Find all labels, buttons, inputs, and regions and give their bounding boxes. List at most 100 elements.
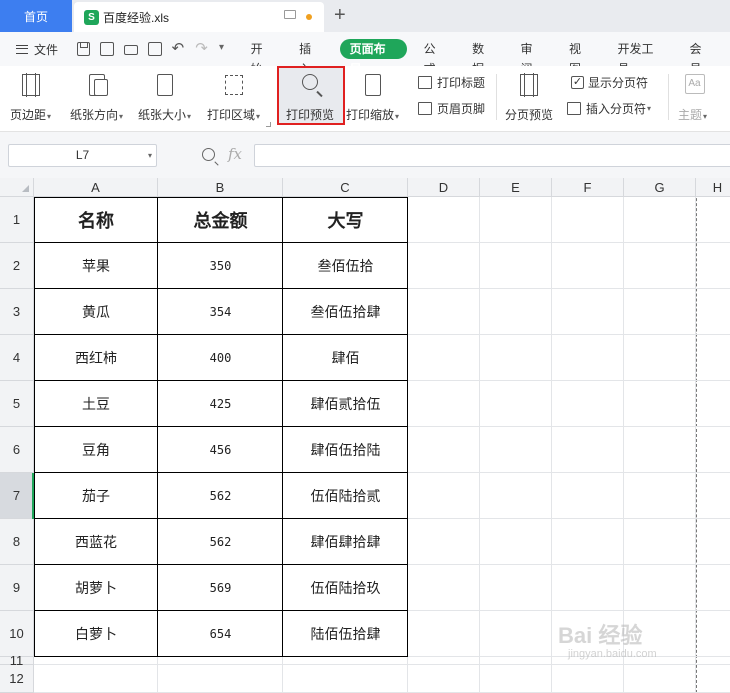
table-cell[interactable]: 562 <box>158 519 283 565</box>
tab-home-ribbon[interactable]: 开始 <box>243 39 282 76</box>
hamburger-icon <box>16 44 28 54</box>
table-cell[interactable]: 肆佰肆拾肆 <box>283 519 408 565</box>
tab-document[interactable]: S 百度经验.xls <box>74 2 324 32</box>
show-page-breaks-checkbox[interactable]: ✓ 显示分页符 <box>571 74 648 91</box>
orientation-button[interactable]: 纸张方向▾ <box>70 70 123 126</box>
print-icon[interactable] <box>124 45 138 55</box>
spreadsheet-grid[interactable]: A B C D E F G H 1 2 3 4 5 6 7 8 9 10 11 12 名称 总金额 大写 苹果 350 叁佰伍拾黄… <box>0 178 730 693</box>
theme-button[interactable]: Aa 主题▾ <box>678 70 707 126</box>
tab-developer[interactable]: 开发工具 <box>610 39 673 76</box>
print-area-icon <box>224 75 243 95</box>
tab-data[interactable]: 数据 <box>464 39 503 76</box>
table-cell[interactable]: 西蓝花 <box>34 519 158 565</box>
column-header-h[interactable]: H <box>696 178 730 197</box>
table-cell[interactable]: 肆佰 <box>283 335 408 381</box>
monitor-icon[interactable] <box>284 10 296 19</box>
preview-icon[interactable] <box>147 42 162 56</box>
column-header-a[interactable]: A <box>34 178 158 197</box>
table-header-cell[interactable]: 大写 <box>283 197 408 243</box>
table-cell[interactable]: 562 <box>158 473 283 519</box>
paper-size-button[interactable]: 纸张大小▾ <box>138 70 191 126</box>
tab-formulas[interactable]: 公式 <box>416 39 455 76</box>
dialog-launcher-icon[interactable] <box>266 122 271 127</box>
table-header-cell[interactable]: 总金额 <box>158 197 283 243</box>
table-cell[interactable]: 654 <box>158 611 283 657</box>
table-cell[interactable]: 黄瓜 <box>34 289 158 335</box>
margins-icon <box>21 73 40 97</box>
table-cell[interactable]: 伍佰陆拾贰 <box>283 473 408 519</box>
row-header-11[interactable]: 11 <box>0 654 34 667</box>
margins-button[interactable]: 页边距▾ <box>10 70 51 126</box>
formula-input[interactable] <box>254 144 730 167</box>
chevron-down-icon[interactable]: ▾ <box>219 42 233 56</box>
zoom-icon[interactable] <box>202 148 215 161</box>
tab-home[interactable]: 首页 <box>0 0 72 32</box>
table-header-cell[interactable]: 名称 <box>34 197 158 243</box>
row-header-12[interactable]: 12 <box>0 665 34 693</box>
select-all-corner[interactable] <box>0 178 34 197</box>
row-header-9[interactable]: 9 <box>0 565 34 611</box>
table-cell[interactable]: 425 <box>158 381 283 427</box>
print-area-button[interactable]: 打印区域▾ <box>207 70 260 126</box>
column-header-b[interactable]: B <box>158 178 283 197</box>
page-break-preview-button[interactable]: 分页预览 <box>505 70 553 126</box>
redo-icon[interactable]: ↷ <box>195 41 209 56</box>
row-header-2[interactable]: 2 <box>0 243 34 289</box>
name-box[interactable]: L7 ▾ <box>8 144 157 167</box>
table-cell[interactable]: 陆佰伍拾肆 <box>283 611 408 657</box>
header-footer-icon <box>418 102 432 115</box>
new-tab-icon[interactable]: + <box>334 4 346 26</box>
row-header-10[interactable]: 10 <box>0 611 34 657</box>
tab-view[interactable]: 视图 <box>561 39 600 76</box>
table-cell[interactable]: 350 <box>158 243 283 289</box>
column-header-g[interactable]: G <box>624 178 696 197</box>
undo-icon[interactable]: ↶ <box>172 41 186 56</box>
table-cell[interactable]: 胡萝卜 <box>34 565 158 611</box>
annotation-highlight-box <box>277 66 345 125</box>
column-header-c[interactable]: C <box>283 178 408 197</box>
row-header-4[interactable]: 4 <box>0 335 34 381</box>
table-cell[interactable]: 苹果 <box>34 243 158 289</box>
table-cell[interactable]: 叁佰伍拾肆 <box>283 289 408 335</box>
table-cell[interactable]: 400 <box>158 335 283 381</box>
row-header-5[interactable]: 5 <box>0 381 34 427</box>
print-titles-button[interactable]: 打印标题 <box>418 74 485 91</box>
table-cell[interactable]: 肆佰伍拾陆 <box>283 427 408 473</box>
column-header-e[interactable]: E <box>480 178 552 197</box>
save-icon[interactable] <box>76 42 91 56</box>
table-cell[interactable]: 土豆 <box>34 381 158 427</box>
table-cell[interactable]: 茄子 <box>34 473 158 519</box>
gridline-horizontal <box>34 664 730 665</box>
table-cell[interactable]: 豆角 <box>34 427 158 473</box>
row-header-7[interactable]: 7 <box>0 473 34 519</box>
theme-label: 主题 <box>678 108 703 122</box>
table-cell[interactable]: 354 <box>158 289 283 335</box>
margins-label: 页边距 <box>10 108 47 122</box>
table-cell[interactable]: 白萝卜 <box>34 611 158 657</box>
file-menu[interactable]: 文件 <box>0 41 77 58</box>
table-cell[interactable]: 伍佰陆拾玖 <box>283 565 408 611</box>
header-footer-button[interactable]: 页眉页脚 <box>418 100 485 117</box>
tab-member[interactable]: 会员 <box>681 39 720 76</box>
table-cell[interactable]: 569 <box>158 565 283 611</box>
tab-insert[interactable]: 插入 <box>291 39 330 76</box>
table-cell[interactable]: 叁佰伍拾 <box>283 243 408 289</box>
table-cell[interactable]: 肆佰贰拾伍 <box>283 381 408 427</box>
print-scale-button[interactable]: 打印缩放▾ <box>346 70 399 126</box>
chevron-down-icon[interactable]: ▾ <box>148 145 152 166</box>
fx-icon[interactable]: fx <box>228 145 242 163</box>
row-header-3[interactable]: 3 <box>0 289 34 335</box>
tab-page-layout[interactable]: 页面布局 <box>339 39 407 76</box>
row-header-6[interactable]: 6 <box>0 427 34 473</box>
column-header-d[interactable]: D <box>408 178 480 197</box>
export-icon[interactable] <box>100 42 115 56</box>
row-header-1[interactable]: 1 <box>0 197 34 243</box>
table-cell[interactable]: 西红柿 <box>34 335 158 381</box>
row-header-8[interactable]: 8 <box>0 519 34 565</box>
formula-bar: L7 ▾ fx <box>0 132 730 178</box>
column-header-f[interactable]: F <box>552 178 624 197</box>
gridline-vertical <box>695 197 696 693</box>
tab-review[interactable]: 审阅 <box>513 39 552 76</box>
insert-page-break-button[interactable]: 插入分页符 ▾ <box>567 100 651 117</box>
table-cell[interactable]: 456 <box>158 427 283 473</box>
